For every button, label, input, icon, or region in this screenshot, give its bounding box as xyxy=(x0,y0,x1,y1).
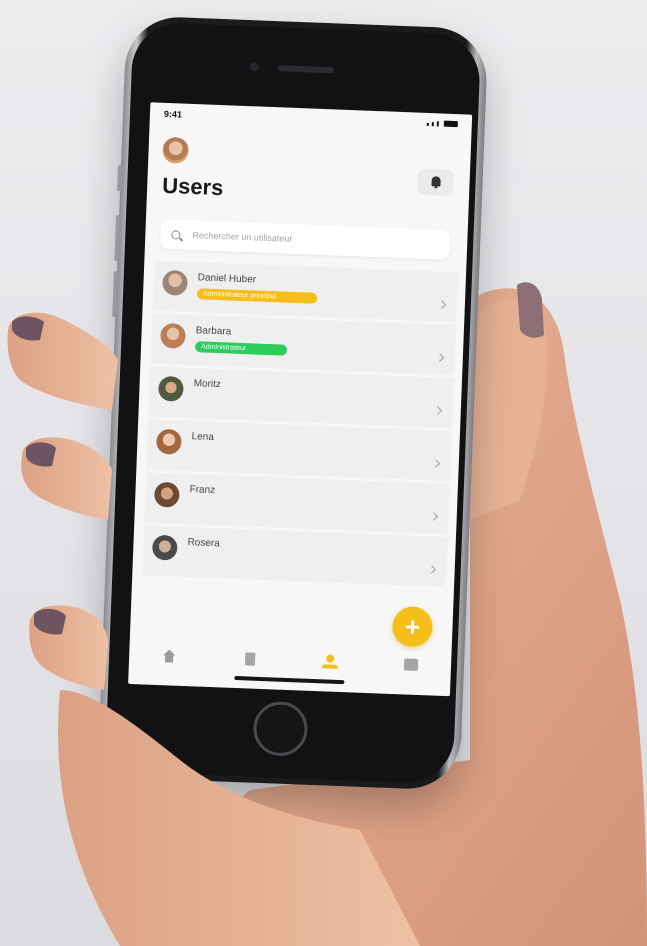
user-list: Daniel Huber Administrateur principal Ba… xyxy=(142,260,459,590)
role-badge: Administrateur principal xyxy=(196,288,318,304)
status-icons xyxy=(426,120,458,128)
app-screen: 9:41 Users Rechercher un utilisateur Dan… xyxy=(128,102,473,697)
user-name: Barbara xyxy=(195,325,232,338)
chevron-right-icon xyxy=(435,353,445,362)
role-badge: Administrateur xyxy=(194,341,288,356)
tab-box[interactable] xyxy=(390,649,431,681)
tab-documents[interactable] xyxy=(229,643,270,675)
status-time: 9:41 xyxy=(163,108,183,120)
user-name: Franz xyxy=(189,484,216,497)
home-icon xyxy=(162,649,176,663)
signal-icon xyxy=(426,122,429,127)
signal-icon xyxy=(431,122,434,127)
search-icon xyxy=(171,229,181,240)
phone-front-glass: 9:41 Users Rechercher un utilisateur Dan… xyxy=(104,21,482,785)
list-item[interactable]: Rosera xyxy=(142,525,448,588)
avatar xyxy=(155,428,182,455)
document-icon xyxy=(244,651,256,666)
search-placeholder: Rechercher un utilisateur xyxy=(192,230,293,244)
signal-icon xyxy=(436,121,439,127)
avatar xyxy=(157,375,184,402)
user-name: Lena xyxy=(191,431,215,443)
chevron-right-icon xyxy=(429,512,438,521)
earpiece-speaker xyxy=(277,65,334,74)
notifications-button[interactable] xyxy=(417,168,455,196)
status-bar: 9:41 xyxy=(150,102,473,136)
list-item[interactable]: Moritz xyxy=(148,366,455,429)
chevron-right-icon xyxy=(427,565,436,574)
chevron-right-icon xyxy=(433,406,443,415)
tab-users[interactable] xyxy=(310,646,351,678)
phone-device: 9:41 Users Rechercher un utilisateur Dan… xyxy=(97,15,489,791)
page-title: Users xyxy=(161,172,224,201)
box-icon xyxy=(403,658,419,671)
user-icon xyxy=(322,654,339,669)
battery-icon xyxy=(443,120,458,128)
profile-avatar[interactable] xyxy=(162,136,190,164)
tab-home[interactable] xyxy=(149,640,190,672)
user-name: Rosera xyxy=(187,537,221,550)
chevron-right-icon xyxy=(431,459,441,468)
user-name: Moritz xyxy=(193,378,222,391)
list-item[interactable]: Daniel Huber Administrateur principal xyxy=(152,260,459,323)
avatar xyxy=(153,481,180,508)
avatar xyxy=(151,534,178,561)
list-item[interactable]: Lena xyxy=(146,419,453,482)
front-camera xyxy=(249,62,260,72)
user-name: Daniel Huber xyxy=(197,272,257,286)
home-button[interactable] xyxy=(252,700,309,757)
avatar xyxy=(162,269,188,296)
chevron-right-icon xyxy=(437,300,447,309)
avatar xyxy=(160,322,186,349)
list-item[interactable]: Franz xyxy=(144,472,451,535)
search-input[interactable]: Rechercher un utilisateur xyxy=(159,218,451,260)
list-item[interactable]: Barbara Administrateur xyxy=(150,313,457,376)
bell-icon xyxy=(430,176,441,188)
